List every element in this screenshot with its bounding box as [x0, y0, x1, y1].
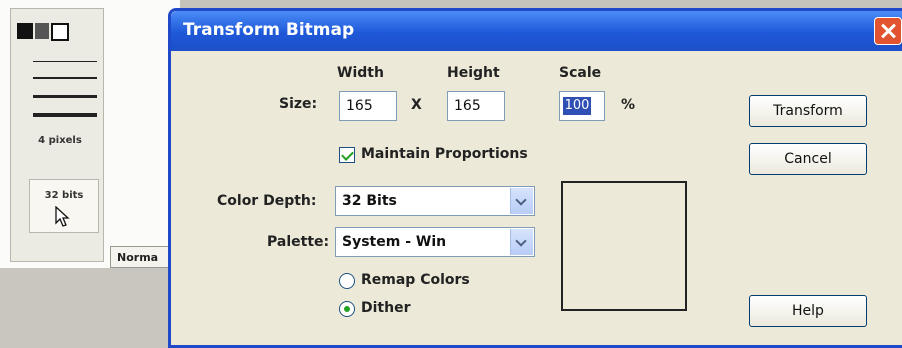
- scale-input[interactable]: 100: [559, 91, 605, 121]
- preview-box: [561, 181, 687, 311]
- stroke-3px-option[interactable]: [33, 95, 97, 98]
- color-depth-select[interactable]: 32 Bits: [335, 186, 535, 216]
- stroke-4px-option[interactable]: [33, 113, 97, 117]
- width-header: Width: [337, 65, 384, 81]
- scale-value: 100: [563, 97, 591, 115]
- percent-label: %: [621, 97, 636, 113]
- dither-radio[interactable]: [339, 301, 355, 317]
- dialog-title: Transform Bitmap: [183, 20, 355, 40]
- color-depth-value: 32 Bits: [342, 193, 397, 209]
- scale-header: Scale: [559, 65, 602, 81]
- transform-bitmap-dialog: Transform Bitmap Width Height Scale Size…: [168, 8, 902, 348]
- stroke-width-label: 4 pixels: [38, 135, 82, 146]
- pattern-swatch-icon[interactable]: [35, 23, 49, 39]
- height-header: Height: [447, 65, 500, 81]
- x-separator: X: [411, 97, 422, 113]
- stroke-swatch-icon[interactable]: [51, 23, 69, 41]
- fill-swatch-icon[interactable]: [17, 23, 33, 39]
- maintain-proportions-checkbox[interactable]: [339, 147, 355, 163]
- bits-label: 32 bits: [44, 190, 84, 201]
- stroke-2px-option[interactable]: [33, 77, 97, 79]
- remap-colors-label: Remap Colors: [361, 272, 470, 288]
- chevron-down-icon[interactable]: [510, 229, 533, 255]
- bits-option[interactable]: 32 bits: [29, 179, 99, 233]
- stroke-panel: 4 pixels 32 bits: [10, 8, 104, 262]
- height-input[interactable]: 165: [447, 91, 505, 121]
- transform-button[interactable]: Transform: [749, 95, 867, 127]
- remap-colors-radio[interactable]: [339, 273, 355, 289]
- stroke-1px-option[interactable]: [33, 61, 97, 62]
- palette-label: Palette:: [267, 234, 330, 250]
- palette-select[interactable]: System - Win: [335, 227, 535, 257]
- color-depth-label: Color Depth:: [217, 193, 317, 209]
- dialog-titlebar[interactable]: Transform Bitmap: [171, 11, 902, 51]
- width-input[interactable]: 165: [339, 91, 397, 121]
- chevron-down-icon[interactable]: [510, 188, 533, 214]
- cancel-button[interactable]: Cancel: [749, 143, 867, 175]
- dither-label: Dither: [361, 300, 411, 316]
- close-icon[interactable]: [874, 17, 902, 45]
- size-label: Size:: [279, 96, 318, 112]
- mouse-pointer-icon: [55, 206, 70, 227]
- palette-value: System - Win: [342, 234, 447, 250]
- help-button[interactable]: Help: [749, 295, 867, 327]
- maintain-proportions-label: Maintain Proportions: [361, 146, 528, 162]
